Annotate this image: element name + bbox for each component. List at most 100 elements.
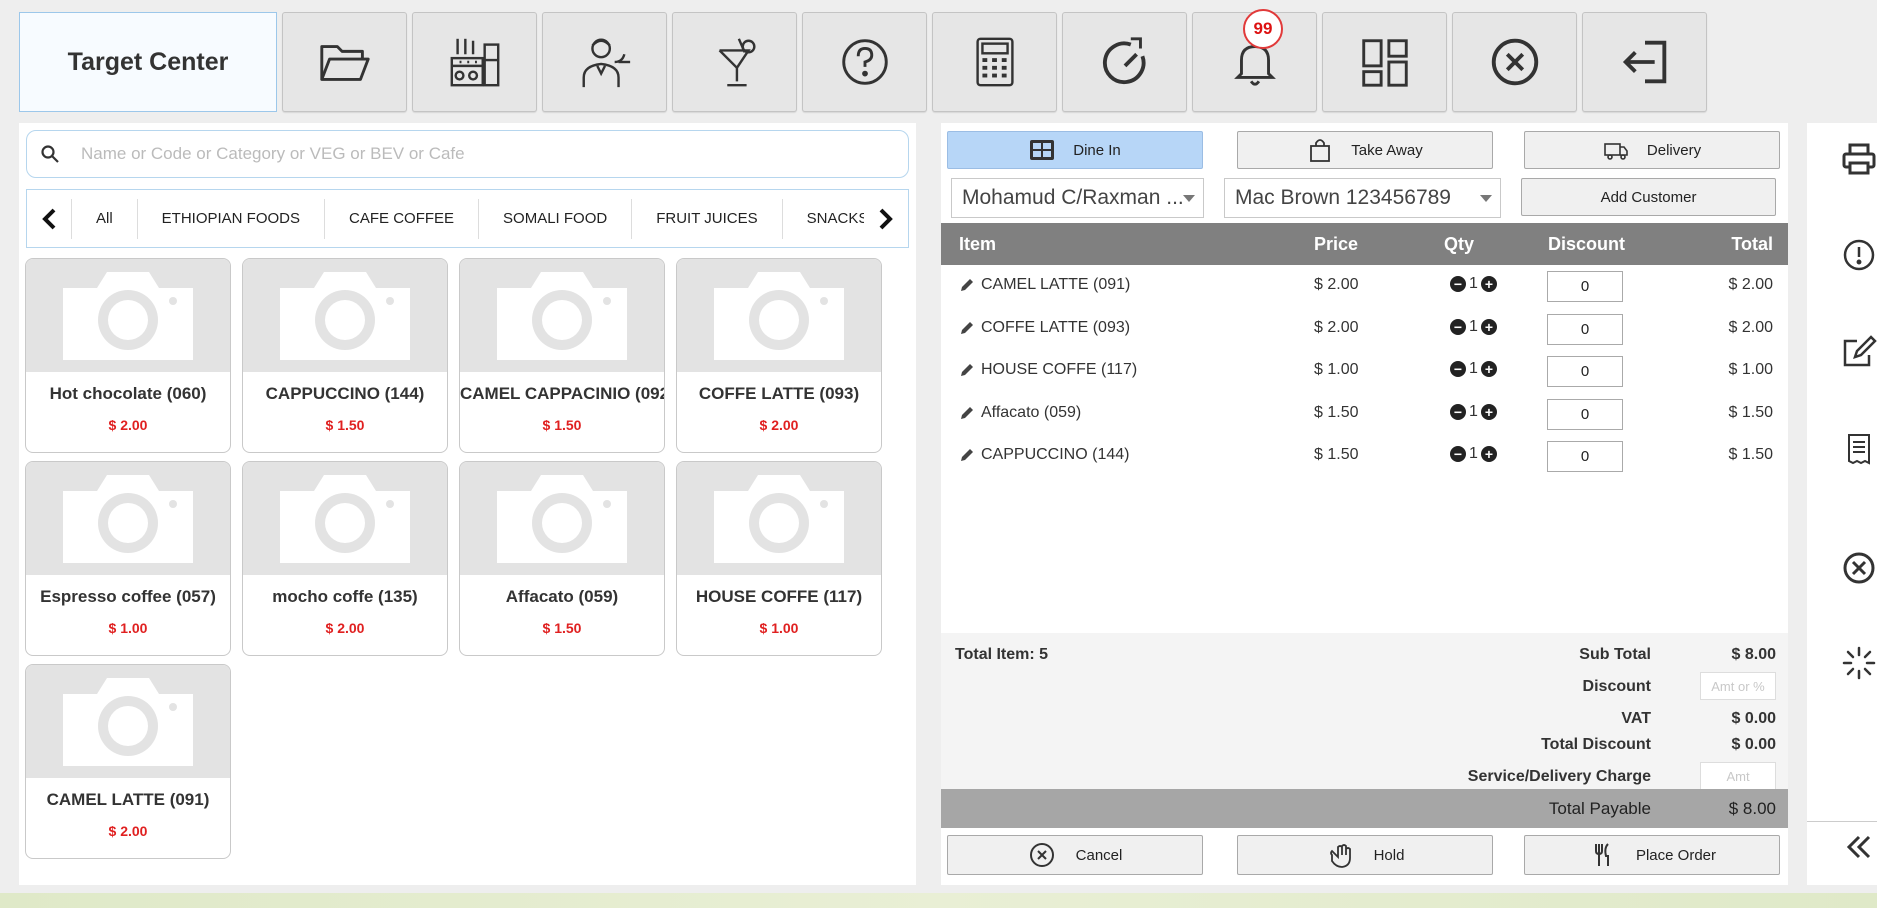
place-order-button[interactable]: Place Order xyxy=(1524,835,1780,875)
minus-icon[interactable]: − xyxy=(1450,446,1466,462)
dashboard-button[interactable] xyxy=(1322,12,1447,112)
take-away-button[interactable]: Take Away xyxy=(1237,131,1493,169)
product-name: HOUSE COFFE (117) xyxy=(695,587,863,606)
edit-button[interactable] xyxy=(1839,333,1877,373)
product-card[interactable]: Espresso coffee (057) $ 1.00 xyxy=(25,461,231,656)
waiter-select[interactable]: Mohamud C/Raxman ... xyxy=(951,178,1204,218)
close-circle-icon xyxy=(1843,552,1875,584)
hold-order-button[interactable]: Hold xyxy=(1237,835,1493,875)
collapse-sidebar-button[interactable] xyxy=(1839,827,1877,867)
sidebar-divider xyxy=(1807,821,1877,822)
waiter-button[interactable] xyxy=(542,12,667,112)
help-button[interactable] xyxy=(802,12,927,112)
order-row: COFFE LATTE (093) $ 2.00 −1+ $ 2.00 xyxy=(941,308,1788,350)
plus-icon[interactable]: + xyxy=(1480,446,1497,462)
category-fruit-juices[interactable]: FRUIT JUICES xyxy=(631,198,781,239)
cancel-order-button[interactable]: Cancel xyxy=(947,835,1203,875)
product-card[interactable]: CAMEL LATTE (091) $ 2.00 xyxy=(25,664,231,859)
header-qty: Qty xyxy=(1444,234,1475,254)
receipt-button[interactable] xyxy=(1839,429,1877,469)
order-row: HOUSE COFFE (117) $ 1.00 −1+ $ 1.00 xyxy=(941,350,1788,392)
product-name: mocho coffe (135) xyxy=(272,587,418,606)
dashboard-icon xyxy=(1361,39,1408,87)
bar-button[interactable] xyxy=(672,12,797,112)
pencil-icon[interactable] xyxy=(959,447,975,463)
receipt-icon xyxy=(1848,434,1870,465)
delivery-label: Delivery xyxy=(1646,141,1702,159)
pencil-icon[interactable] xyxy=(959,320,975,336)
discount-field[interactable] xyxy=(1547,356,1623,387)
take-away-label: Take Away xyxy=(1351,141,1423,159)
add-customer-button[interactable]: Add Customer xyxy=(1521,178,1776,216)
vat-label: VAT xyxy=(1621,710,1651,727)
chevron-right-icon xyxy=(879,208,893,229)
plus-icon[interactable]: + xyxy=(1480,361,1497,377)
print-button[interactable] xyxy=(1839,139,1877,179)
search-input[interactable] xyxy=(63,144,908,164)
dine-in-button[interactable]: Dine In xyxy=(947,131,1203,169)
discount-input[interactable] xyxy=(1700,672,1776,700)
chevron-double-left-icon xyxy=(1846,835,1871,859)
close-circle-icon xyxy=(1491,38,1538,86)
discount-field[interactable] xyxy=(1547,313,1623,345)
category-next-button[interactable] xyxy=(864,190,908,247)
order-item-price: $ 2.00 xyxy=(1314,276,1359,293)
camera-icon xyxy=(280,272,410,360)
folder-icon xyxy=(319,45,370,81)
notifications-button[interactable]: 99 xyxy=(1192,9,1317,112)
open-orders-button[interactable] xyxy=(282,12,407,112)
product-price: $ 1.50 xyxy=(325,417,365,433)
product-image xyxy=(677,462,881,575)
order-item-total: $ 2.00 xyxy=(1728,276,1773,293)
store-name[interactable]: Target Center xyxy=(19,12,277,112)
void-button[interactable] xyxy=(1839,548,1877,588)
calculator-button[interactable] xyxy=(932,12,1057,112)
minus-icon[interactable]: − xyxy=(1450,276,1466,292)
pencil-icon[interactable] xyxy=(959,277,975,293)
product-card[interactable]: COFFE LATTE (093) $ 2.00 xyxy=(676,258,882,453)
category-prev-button[interactable] xyxy=(27,190,71,247)
camera-icon xyxy=(63,272,193,360)
pencil-icon[interactable] xyxy=(959,362,975,378)
info-button[interactable] xyxy=(1839,235,1877,275)
product-card[interactable]: Hot chocolate (060) $ 2.00 xyxy=(25,258,231,453)
order-item-qty: 1 xyxy=(1469,360,1478,377)
close-button[interactable] xyxy=(1452,12,1577,112)
product-price: $ 1.50 xyxy=(542,620,582,636)
category-all[interactable]: All xyxy=(71,198,137,239)
minus-icon[interactable]: − xyxy=(1450,403,1466,420)
pencil-icon[interactable] xyxy=(959,405,975,421)
minus-icon[interactable]: − xyxy=(1450,318,1466,335)
camera-icon xyxy=(63,475,193,563)
plus-icon[interactable]: + xyxy=(1480,403,1497,420)
plus-icon[interactable]: + xyxy=(1480,318,1497,335)
qty-stepper: −1 + xyxy=(1450,275,1497,293)
order-row: Affacato (059) $ 1.50 −1+ $ 1.50 xyxy=(941,393,1788,435)
plus-icon[interactable]: + xyxy=(1480,276,1497,292)
product-card[interactable]: mocho coffe (135) $ 2.00 xyxy=(242,461,448,656)
camera-icon xyxy=(714,475,844,563)
product-card[interactable]: CAMEL CAPPACINIO (092) $ 1.50 xyxy=(459,258,665,453)
total-items: Total Item: 5 xyxy=(955,646,1049,663)
discount-field[interactable] xyxy=(1547,271,1623,302)
category-cafe-coffee[interactable]: CAFE COFFEE xyxy=(324,198,478,239)
discount-field[interactable] xyxy=(1547,441,1623,472)
order-item-total: $ 1.50 xyxy=(1728,446,1773,463)
discount-field[interactable] xyxy=(1547,398,1623,430)
product-card[interactable]: Affacato (059) $ 1.50 xyxy=(459,461,665,656)
product-price: $ 2.00 xyxy=(325,620,365,636)
timer-button[interactable] xyxy=(1062,12,1187,112)
customer-select[interactable]: Mac Brown 123456789 xyxy=(1224,178,1501,218)
kitchen-button[interactable] xyxy=(412,12,537,112)
category-snacks[interactable]: SNACKS xyxy=(781,198,864,239)
category-ethiopian-foods[interactable]: ETHIOPIAN FOODS xyxy=(136,198,324,239)
service-charge-input[interactable] xyxy=(1700,762,1776,790)
logout-button[interactable] xyxy=(1582,12,1707,112)
category-somali-food[interactable]: SOMALI FOOD xyxy=(478,198,631,239)
total-payable-bar: Total Payable $ 8.00 xyxy=(941,789,1788,828)
product-card[interactable]: HOUSE COFFE (117) $ 1.00 xyxy=(676,461,882,656)
delivery-button[interactable]: Delivery xyxy=(1524,131,1780,169)
product-card[interactable]: CAPPUCCINO (144) $ 1.50 xyxy=(242,258,448,453)
order-item-cell: Affacato (059) xyxy=(959,404,1081,422)
minus-icon[interactable]: − xyxy=(1450,361,1466,377)
